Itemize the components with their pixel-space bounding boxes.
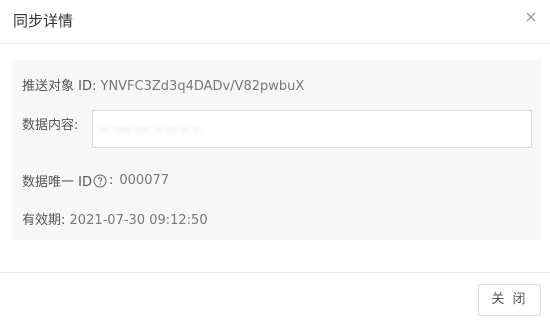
validity-value: 2021-07-30 09:12:50 (69, 213, 208, 228)
push-target-value: YNVFC3Zd3q4DADv/V82pwbuX (100, 79, 305, 94)
data-unique-id-value: 000077 (119, 173, 170, 188)
validity-label: 有效期: (22, 213, 66, 228)
close-button[interactable]: 关 闭 (478, 284, 541, 316)
data-content-value: ·· ····· ···· ·· ··· ·· ·· (101, 123, 201, 137)
data-unique-id-label: 数据唯一 ID (22, 175, 92, 190)
push-target-row: 推送对象 ID: YNVFC3Zd3q4DADv/V82pwbuX (22, 75, 304, 94)
data-content-row: 数据内容: (22, 114, 78, 133)
dialog-header: 同步详情 (0, 0, 550, 44)
dialog-title: 同步详情 (13, 12, 74, 30)
data-content-field[interactable]: ·· ····· ···· ·· ··· ·· ·· (92, 110, 532, 148)
data-unique-id-row: 数据唯一 ID : 000077 (22, 171, 169, 190)
data-content-label: 数据内容: (22, 118, 79, 133)
sync-details-dialog: 同步详情 推送对象 ID: YNVFC3Zd3q4DADv/V82pwbuX 数… (0, 0, 550, 320)
push-target-label: 推送对象 ID: (22, 79, 97, 94)
dialog-footer: 关 闭 (0, 272, 550, 321)
details-panel: 推送对象 ID: YNVFC3Zd3q4DADv/V82pwbuX 数据内容: … (12, 60, 541, 240)
question-circle-icon[interactable] (93, 174, 107, 188)
close-icon[interactable] (523, 9, 539, 25)
validity-row: 有效期: 2021-07-30 09:12:50 (22, 209, 208, 228)
data-unique-id-colon: : (108, 173, 114, 188)
